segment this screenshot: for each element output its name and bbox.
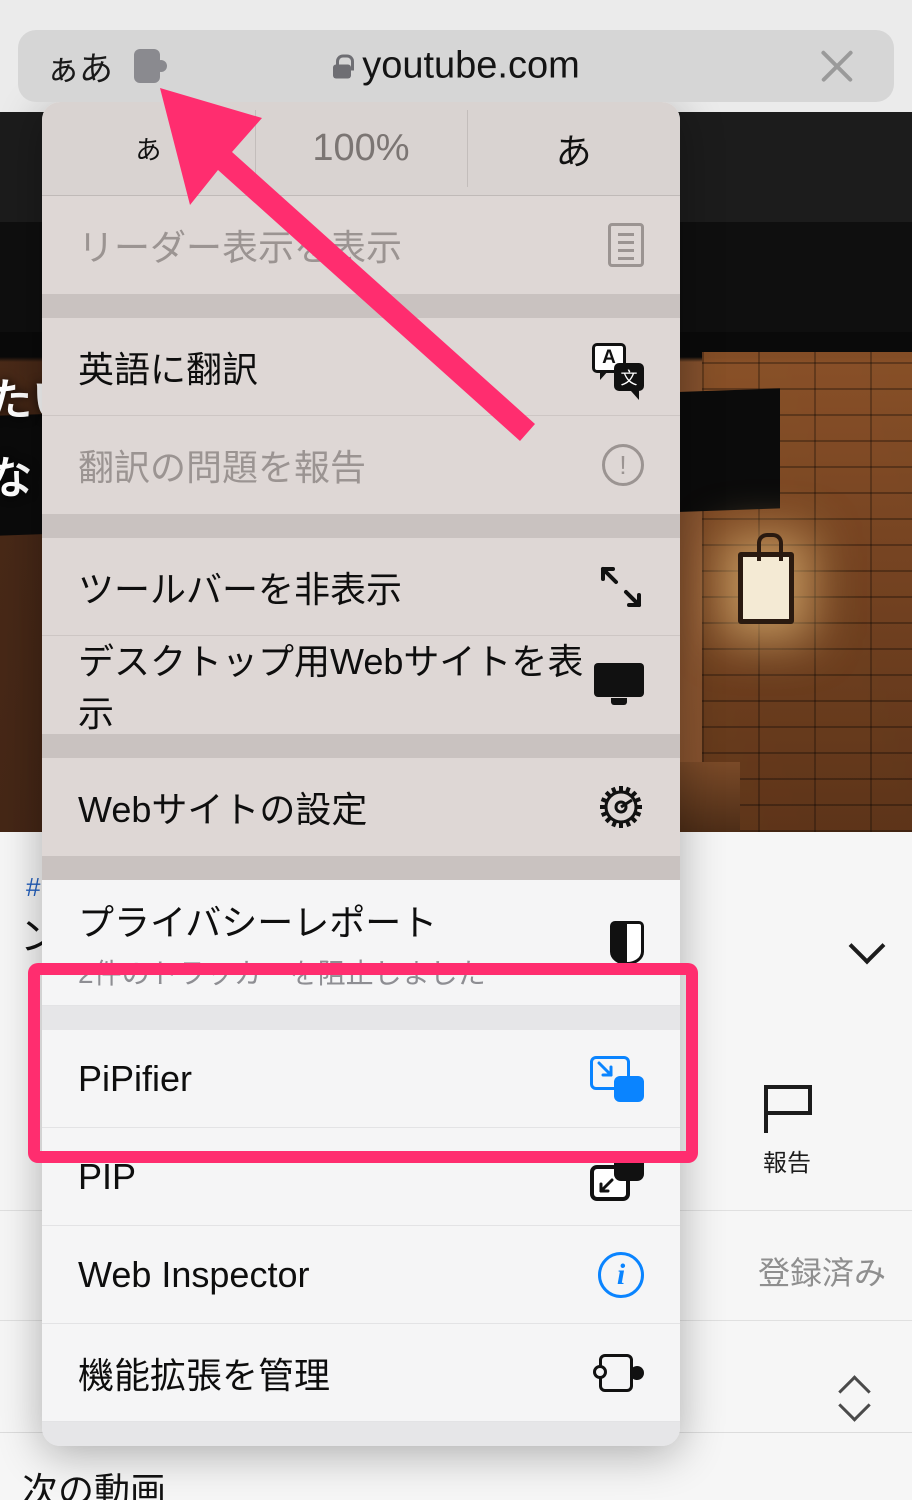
menu-group-separator <box>42 734 680 758</box>
menu-group-separator <box>42 1006 680 1030</box>
menu-item-sublabel: 2件のトラッカーを阻止しました <box>78 957 486 989</box>
increase-text-size-button[interactable]: あ <box>467 102 680 195</box>
menu-item-request-desktop-site[interactable]: デスクトップ用Webサイトを表示 <box>42 636 680 734</box>
report-action-button[interactable]: 報告 <box>722 1085 852 1178</box>
menu-item-label: デスクトップ用Webサイトを表示 <box>78 641 584 734</box>
menu-group-privacy: プライバシーレポート 2件のトラッカーを阻止しました <box>42 880 680 1006</box>
menu-group-separator <box>42 294 680 318</box>
lock-icon <box>332 54 355 78</box>
menu-item-label: PIP <box>78 1155 137 1197</box>
zoom-level-display[interactable]: 100% <box>254 102 468 195</box>
menu-item-pipifier[interactable]: PiPifier <box>42 1030 680 1128</box>
chevron-down-icon[interactable] <box>850 928 884 962</box>
menu-item-pip[interactable]: PIP <box>42 1128 680 1226</box>
url-display[interactable]: youtube.com <box>18 45 894 88</box>
menu-group-reader: リーダー表示を表示 <box>42 196 680 294</box>
menu-item-website-settings[interactable]: Webサイトの設定 <box>42 758 680 856</box>
menu-item-label: 機能拡張を管理 <box>78 1354 331 1396</box>
video-hashtag[interactable]: # <box>26 872 40 903</box>
puzzle-icon <box>590 1353 644 1392</box>
menu-group-separator <box>42 514 680 538</box>
zoom-control-row[interactable]: あ 100% あ <box>42 102 680 196</box>
menu-item-label: 翻訳の問題を報告 <box>78 447 367 488</box>
menu-item-manage-extensions[interactable]: 機能拡張を管理 <box>42 1324 680 1422</box>
menu-item-label: リーダー表示を表示 <box>78 227 403 268</box>
menu-group-extensions: PiPifier PIP Web Inspector i 機能拡張を管理 <box>42 1030 680 1422</box>
menu-item-label: Webサイトの設定 <box>78 789 368 830</box>
gear-icon <box>590 784 644 830</box>
menu-item-show-reader[interactable]: リーダー表示を表示 <box>42 196 680 294</box>
menu-item-report-translation-issue[interactable]: 翻訳の問題を報告 ! <box>42 416 680 514</box>
desktop-icon <box>590 663 644 707</box>
menu-group-separator <box>42 1422 680 1446</box>
menu-item-hide-toolbar[interactable]: ツールバーを非表示 <box>42 538 680 636</box>
next-video-heading: 次の動画 <box>22 1470 167 1500</box>
info-circle-icon: i <box>590 1251 644 1298</box>
url-text: youtube.com <box>362 44 580 87</box>
exclamation-circle-icon: ! <box>590 444 644 486</box>
menu-item-privacy-report[interactable]: プライバシーレポート 2件のトラッカーを阻止しました <box>42 880 680 1006</box>
menu-item-label: プライバシーレポート <box>78 901 438 943</box>
video-caption-line2: な <box>0 454 32 503</box>
menu-group-view: ツールバーを非表示 デスクトップ用Webサイトを表示 <box>42 538 680 734</box>
chevron-up-down-icon[interactable] <box>838 1378 872 1424</box>
pipifier-icon <box>590 1055 644 1102</box>
pip-icon <box>590 1152 644 1201</box>
menu-group-separator <box>42 856 680 880</box>
menu-item-label: 英語に翻訳 <box>78 348 259 390</box>
menu-item-translate-to-english[interactable]: 英語に翻訳 A文 <box>42 318 680 416</box>
menu-item-label: Web Inspector <box>78 1253 310 1295</box>
report-action-label: 報告 <box>763 1150 811 1177</box>
menu-item-label: PiPifier <box>78 1057 193 1099</box>
expand-arrows-icon <box>590 564 644 610</box>
flag-icon <box>764 1085 812 1133</box>
menu-item-web-inspector[interactable]: Web Inspector i <box>42 1226 680 1324</box>
decrease-text-size-button[interactable]: あ <box>42 102 255 195</box>
subscribed-status[interactable]: 登録済み <box>758 1248 886 1294</box>
menu-group-website-settings: Webサイトの設定 <box>42 758 680 856</box>
reader-icon <box>590 223 644 267</box>
page-settings-menu[interactable]: あ 100% あ リーダー表示を表示 英語に翻訳 A文 翻訳の問題を報告 ! ツ… <box>42 102 680 1446</box>
menu-item-label: ツールバーを非表示 <box>78 568 403 610</box>
translate-icon: A文 <box>590 342 644 400</box>
lamp-decor <box>738 533 794 624</box>
screenshot-root: 開く たい」 な # ン【そら 報告 <box>0 0 912 1500</box>
close-icon[interactable] <box>816 45 858 87</box>
menu-group-translate: 英語に翻訳 A文 翻訳の問題を報告 ! <box>42 318 680 514</box>
shield-icon <box>590 920 644 965</box>
address-bar[interactable]: ぁあ youtube.com <box>18 30 894 102</box>
